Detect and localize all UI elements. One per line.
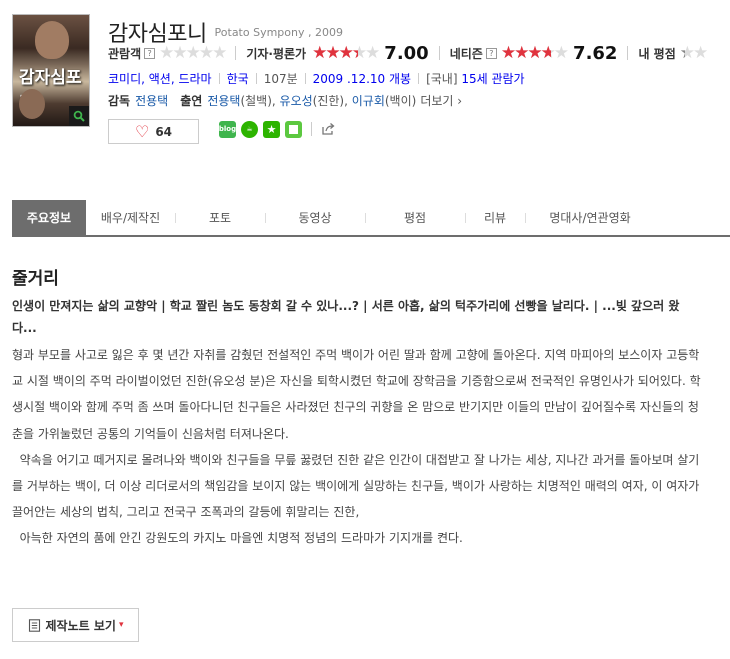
caret-down-icon: ▾ — [118, 620, 124, 630]
audience-label: 관람객 — [108, 46, 142, 61]
tab-photo[interactable]: 포토 — [175, 200, 265, 235]
cast-role: (철백) — [240, 94, 272, 108]
blog-share-icon[interactable]: blog — [218, 120, 237, 138]
critics-stars: ★★★★★★★★★★ — [312, 43, 380, 63]
cast-role: (백이) — [384, 94, 417, 108]
cast-more-link[interactable]: 더보기 › — [420, 92, 462, 109]
synopsis-heading: 줄거리 — [12, 269, 59, 289]
cast-role: (진한) — [312, 94, 345, 108]
blog-share-label: blog — [218, 125, 237, 133]
synopsis-paragraph: 약속을 어기고 떼거지로 몰려나와 백이와 친구들을 무릎 꿇렸던 진한 같은 … — [12, 452, 704, 520]
tab-review[interactable]: 리뷰 — [465, 200, 525, 235]
grade-link[interactable]: 15세 관람가 — [461, 70, 524, 87]
audience-stars: ★★★★★★★★★★ — [159, 43, 227, 63]
cafe-share-icon[interactable]: ☕ — [241, 120, 258, 138]
like-button[interactable]: ♡ 64 — [108, 119, 199, 144]
genre-link[interactable]: 코미디, 액션, 드라마 — [108, 70, 212, 87]
synopsis-paragraph: 아늑한 자연의 품에 안긴 강원도의 카지노 마을엔 치명적 정념의 드라마가 … — [12, 531, 463, 546]
divider — [235, 46, 237, 60]
runtime: 107분 — [263, 72, 298, 86]
tab-rating[interactable]: 평점 — [365, 200, 465, 235]
help-icon[interactable]: ? — [485, 47, 497, 59]
movie-title-en: Potato Sympony , 2009 — [214, 25, 343, 39]
document-icon — [28, 618, 40, 632]
netizen-score: 7.62 — [573, 42, 618, 64]
production-note-button[interactable]: 제작노트 보기 ▾ — [12, 608, 139, 642]
my-rating-label: 내 평점 — [638, 46, 676, 61]
netizen-stars: ★★★★★★★★★★ — [500, 43, 569, 63]
poster-face — [35, 21, 69, 59]
country-link[interactable]: 한국 — [227, 70, 249, 87]
divider — [255, 73, 257, 84]
share-external-icon[interactable] — [320, 121, 336, 137]
movie-meta: 코미디, 액션, 드라마 한국 107분 2009 .12.10 개봉 [국내]… — [108, 70, 525, 87]
tab-cast-crew[interactable]: 배우/제작진 — [86, 200, 175, 235]
movie-tabs: 주요정보 배우/제작진 포토 동영상 평점 리뷰 명대사/연관영화 — [12, 200, 730, 237]
divider — [627, 46, 629, 60]
grade-region: [국내] — [426, 72, 458, 86]
divider — [304, 73, 306, 84]
cast-link[interactable]: 전용택 — [207, 92, 240, 109]
movie-poster[interactable]: 감자심포니 — [12, 14, 90, 127]
tab-main-info[interactable]: 주요정보 — [12, 200, 86, 235]
netizen-label: 네티즌 — [449, 46, 483, 61]
comma: , — [271, 93, 280, 108]
tab-quotes-related[interactable]: 명대사/연관영화 — [525, 200, 655, 235]
memo-share-icon[interactable] — [285, 120, 302, 138]
production-note-label: 제작노트 보기 — [45, 618, 116, 633]
cast-link[interactable]: 유오성 — [280, 92, 313, 109]
poster-face-secondary — [19, 89, 45, 119]
divider — [418, 73, 420, 84]
magnifier-icon[interactable] — [69, 106, 89, 126]
release-date-link[interactable]: 2009 .12.10 개봉 — [313, 70, 411, 87]
cast-link[interactable]: 이규회 — [352, 92, 385, 109]
divider — [438, 46, 440, 60]
cast-label: 출연 — [180, 94, 203, 108]
credits-row: 감독 전용택 출연 전용택 (철백), 유오성 (진한), 이규회 (백이) 더보기 … — [108, 92, 462, 109]
tab-video[interactable]: 동영상 — [265, 200, 365, 235]
bookmark-star-icon[interactable]: ★ — [263, 120, 280, 138]
heart-icon: ♡ — [134, 122, 150, 141]
help-icon[interactable]: ? — [144, 47, 156, 59]
synopsis-body: 형과 부모를 사고로 잃은 후 몇 년간 자취를 감췄던 전설적인 주먹 백이가… — [12, 342, 702, 552]
critics-label: 기자·평론가 — [246, 46, 307, 61]
synopsis-tagline: 인생이 만져지는 삶의 교향악 | 학교 짤린 놈도 동창회 갈 수 있나...… — [12, 299, 680, 335]
my-rating-stars[interactable]: ★★★★ — [680, 43, 709, 63]
like-count: 64 — [155, 124, 173, 139]
synopsis-paragraph: 형과 부모를 사고로 잃은 후 몇 년간 자취를 감췄던 전설적인 주먹 백이가… — [12, 348, 701, 441]
divider — [311, 122, 312, 136]
divider — [218, 73, 220, 84]
comma: , — [344, 93, 352, 108]
share-bar: blog ☕ ★ — [219, 119, 336, 139]
critics-score: 7.00 — [384, 42, 429, 64]
director-label: 감독 — [108, 94, 131, 108]
director-link[interactable]: 전용택 — [135, 92, 168, 109]
rating-row: 관람객 ? ★★★★★★★★★★ 기자·평론가 ★★★★★★★★★★ 7.00 … — [108, 42, 709, 64]
